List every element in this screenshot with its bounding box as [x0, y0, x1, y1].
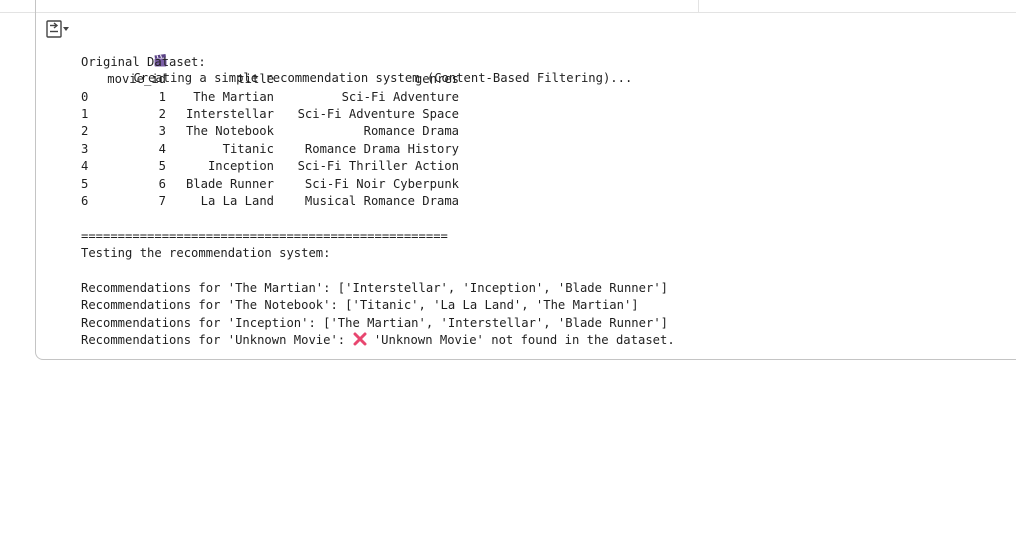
cell-genres: Sci-Fi Noir Cyberpunk — [304, 176, 459, 191]
dataset-table: movie_id title genres 0 1 The Martian Sc… — [81, 71, 459, 210]
table-row: 5 6 Blade Runner Sci-Fi Noir Cyberpunk — [81, 176, 459, 193]
table-row: 3 4 Titanic Romance Drama History — [81, 141, 459, 158]
row-index: 2 — [81, 124, 89, 139]
cell-title: Interstellar — [185, 106, 274, 121]
cell-output: Creating a simple recommendation system … — [81, 19, 1001, 350]
cell-genres: Sci-Fi Adventure — [341, 89, 459, 104]
cell-genres: Sci-Fi Adventure Space — [297, 106, 459, 121]
testing-heading: Testing the recommendation system: — [81, 246, 331, 261]
cell-movie-id: 4 — [158, 141, 166, 156]
cell-genres: Musical Romance Drama — [304, 194, 459, 209]
cell-movie-id: 2 — [158, 106, 166, 121]
cell-movie-id: 7 — [158, 194, 166, 209]
recommendation-line: Recommendations for 'The Notebook': ['Ti… — [81, 298, 639, 313]
cell-title: Titanic — [222, 141, 274, 156]
column-header-movie-id: movie_id — [107, 72, 166, 87]
dataset-heading: Original Dataset: — [81, 54, 206, 69]
output-toggle-icon[interactable] — [44, 18, 70, 40]
recommendation-line: Recommendations for 'Inception': ['The M… — [81, 315, 668, 330]
not-found-message: 'Unknown Movie' not found in the dataset… — [366, 333, 675, 348]
cell-movie-id: 3 — [158, 124, 166, 139]
table-row: 0 1 The Martian Sci-Fi Adventure — [81, 89, 459, 106]
cell-title: The Martian — [193, 89, 274, 104]
cell-movie-id: 6 — [158, 176, 166, 191]
row-index: 3 — [81, 141, 89, 156]
row-index: 6 — [81, 194, 89, 209]
cross-mark-icon — [353, 332, 367, 346]
table-row: 1 2 Interstellar Sci-Fi Adventure Space — [81, 106, 459, 123]
recommendation-not-found-line: Recommendations for 'Unknown Movie': 'Un… — [81, 332, 1001, 349]
row-index: 4 — [81, 159, 89, 174]
cell-title: Blade Runner — [185, 176, 274, 191]
row-index: 5 — [81, 176, 89, 191]
cell-genres: Romance Drama History — [304, 141, 459, 156]
cell-movie-id: 5 — [158, 159, 166, 174]
not-found-prefix: Recommendations for 'Unknown Movie': — [81, 333, 353, 348]
status-line: Creating a simple recommendation system … — [81, 19, 1001, 85]
table-row: 4 5 Inception Sci-Fi Thriller Action — [81, 158, 459, 175]
cell-title: Inception — [207, 159, 274, 174]
table-row: 6 7 La La Land Musical Romance Drama — [81, 193, 459, 210]
cell-movie-id: 1 — [158, 89, 166, 104]
separator-line: ========================================… — [81, 228, 448, 243]
row-index: 1 — [81, 106, 89, 121]
cell-title: The Notebook — [185, 124, 274, 139]
cell-title: La La Land — [200, 194, 274, 209]
cell-genres: Sci-Fi Thriller Action — [297, 159, 459, 174]
status-text: Creating a simple recommendation system … — [133, 71, 633, 86]
recommendation-line: Recommendations for 'The Martian': ['Int… — [81, 280, 668, 295]
clapper-board-icon — [110, 36, 167, 67]
table-row: 2 3 The Notebook Romance Drama — [81, 123, 459, 140]
cell-genres: Romance Drama — [363, 124, 459, 139]
